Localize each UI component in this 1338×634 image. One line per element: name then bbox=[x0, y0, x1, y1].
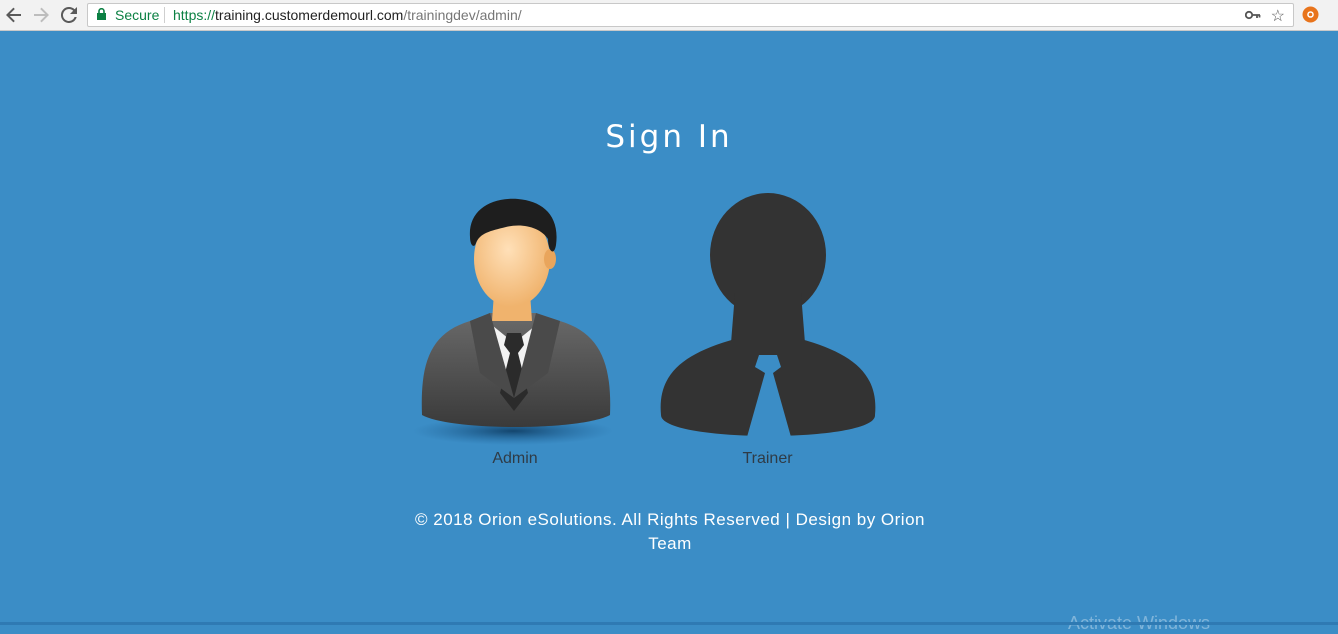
footer-copyright: © 2018 Orion eSolutions. All Rights Rese… bbox=[414, 510, 925, 553]
secure-label: Secure bbox=[115, 7, 160, 23]
browser-toolbar: Secure https://training.customerdemourl.… bbox=[0, 0, 1338, 31]
back-icon[interactable] bbox=[3, 4, 25, 26]
lock-icon bbox=[97, 8, 106, 20]
star-icon[interactable]: ☆ bbox=[1271, 6, 1285, 26]
address-bar[interactable]: Secure https://training.customerdemourl.… bbox=[87, 3, 1294, 27]
address-separator bbox=[164, 7, 165, 23]
admin-avatar-icon bbox=[413, 198, 613, 445]
admin-role-button[interactable]: Admin bbox=[410, 193, 620, 473]
forward-icon[interactable] bbox=[30, 4, 52, 26]
reload-icon[interactable] bbox=[58, 4, 80, 26]
admin-label: Admin bbox=[492, 450, 538, 467]
url-text[interactable]: https://training.customerdemourl.com/tra… bbox=[173, 7, 522, 23]
url-scheme: https:// bbox=[173, 7, 216, 23]
trainer-silhouette-icon bbox=[660, 193, 876, 437]
key-icon[interactable] bbox=[1245, 9, 1261, 21]
url-host: training.customerdemourl.com bbox=[215, 7, 404, 23]
trainer-label: Trainer bbox=[742, 450, 793, 467]
trainer-role-button[interactable]: Trainer bbox=[655, 193, 880, 473]
extension-icon[interactable] bbox=[1302, 6, 1319, 23]
page-title: Sign In bbox=[605, 118, 733, 155]
url-path: /trainingdev/admin/ bbox=[403, 7, 522, 23]
